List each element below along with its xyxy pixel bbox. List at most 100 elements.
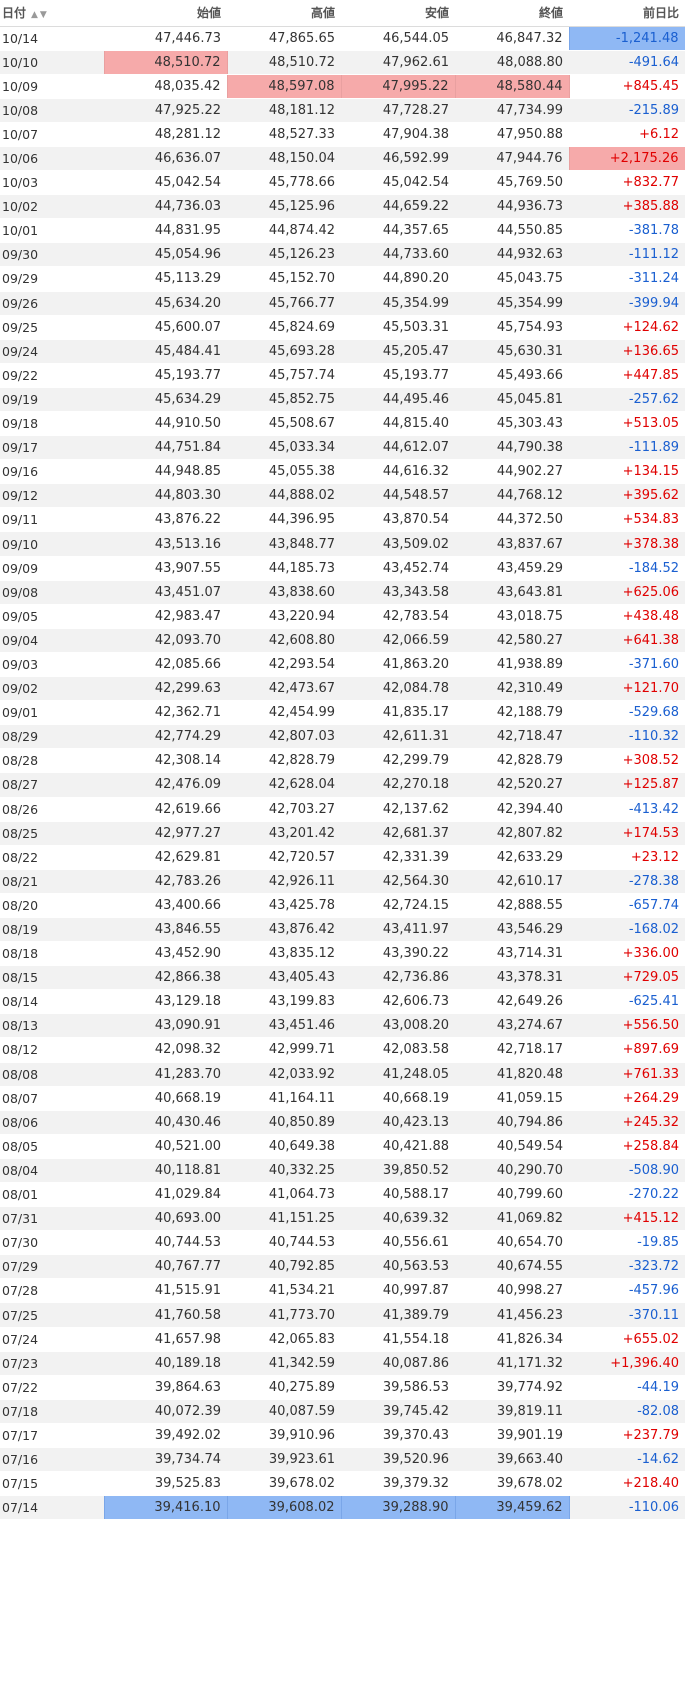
cell-close: 44,372.50: [455, 507, 569, 533]
cell-high: 41,151.25: [227, 1206, 341, 1232]
cell-open: 39,864.63: [104, 1375, 227, 1400]
cell-low: 44,616.32: [341, 459, 455, 485]
cell-change: +308.52: [569, 748, 685, 774]
cell-close: 45,754.93: [455, 315, 569, 340]
column-header-date-label: 日付: [2, 6, 27, 21]
table-row: 10/08 47,925.22 48,181.12 47,728.27 47,734.9…: [0, 98, 685, 123]
cell-low: 44,612.07: [341, 435, 455, 461]
cell-low: 42,137.62: [341, 797, 455, 822]
column-header-open[interactable]: 始値: [104, 0, 227, 27]
cell-open: 41,760.58: [104, 1302, 227, 1328]
cell-high: 41,342.59: [227, 1351, 341, 1376]
cell-open: 48,510.72: [103, 50, 228, 75]
cell-change: +415.12: [569, 1206, 685, 1232]
cell-date: 08/28: [0, 748, 104, 774]
cell-change: -457.96: [569, 1278, 685, 1304]
cell-date: 09/11: [0, 507, 104, 533]
cell-low: 45,193.77: [341, 363, 455, 388]
cell-date: 10/07: [0, 122, 104, 147]
column-header-low[interactable]: 安値: [341, 0, 455, 27]
cell-close: 41,456.23: [455, 1302, 569, 1328]
column-header-change[interactable]: 前日比: [569, 0, 685, 27]
cell-high: 41,534.21: [227, 1278, 341, 1304]
cell-high: 42,608.80: [227, 628, 341, 653]
cell-low: 40,423.13: [341, 1110, 455, 1135]
cell-change: +625.06: [569, 580, 685, 605]
cell-open: 45,484.41: [104, 339, 227, 364]
cell-low: 42,783.54: [341, 604, 455, 629]
cell-close: 39,774.92: [455, 1375, 569, 1400]
cell-low: 43,509.02: [341, 531, 455, 557]
cell-close: 41,069.82: [455, 1206, 569, 1232]
cell-open: 43,907.55: [104, 556, 227, 581]
cell-low: 47,962.61: [341, 50, 455, 75]
cell-change: +174.53: [569, 821, 685, 846]
table-row: 08/12 42,098.32 42,999.71 42,083.58 42,718.1…: [0, 1037, 685, 1063]
cell-close: 45,043.75: [455, 266, 569, 292]
table-row: 10/07 48,281.12 48,527.33 47,904.38 47,950.8…: [0, 122, 685, 147]
cell-close: 43,018.75: [455, 604, 569, 629]
table-row: 08/27 42,476.09 42,628.04 42,270.18 42,520.2…: [0, 772, 685, 798]
cell-close: 45,303.43: [455, 411, 569, 437]
table-row: 08/29 42,774.29 42,807.03 42,611.31 42,718.4…: [0, 724, 685, 750]
cell-change: -323.72: [569, 1254, 685, 1280]
cell-close: 42,718.47: [455, 724, 569, 750]
column-header-high[interactable]: 高値: [227, 0, 341, 27]
cell-date: 08/12: [0, 1037, 104, 1063]
cell-high: 41,164.11: [227, 1086, 341, 1111]
cell-high: 39,923.61: [227, 1447, 341, 1473]
cell-close: 42,828.79: [455, 748, 569, 774]
table-row: 07/28 41,515.91 41,534.21 40,997.87 40,998.2…: [0, 1278, 685, 1304]
cell-change: +385.88: [569, 194, 685, 220]
cell-change: +134.15: [569, 459, 685, 485]
cell-high: 42,628.04: [227, 772, 341, 798]
cell-high: 41,773.70: [227, 1302, 341, 1328]
cell-change: +6.12: [569, 122, 685, 147]
table-row: 09/19 45,634.29 45,852.75 44,495.46 45,045.8…: [0, 387, 685, 413]
cell-open: 43,129.18: [104, 989, 227, 1015]
cell-low: 46,544.05: [341, 26, 455, 51]
cell-low: 41,835.17: [341, 700, 455, 726]
table-row: 10/03 45,042.54 45,778.66 45,042.54 45,769.5…: [0, 170, 685, 196]
cell-high: 45,125.96: [227, 194, 341, 220]
table-row: 09/22 45,193.77 45,757.74 45,193.77 45,493.6…: [0, 363, 685, 388]
cell-close: 42,807.82: [455, 821, 569, 846]
cell-date: 10/02: [0, 194, 104, 220]
cell-change: +258.84: [569, 1134, 685, 1159]
column-header-close[interactable]: 終値: [455, 0, 569, 27]
cell-close: 45,045.81: [455, 387, 569, 413]
cell-change: +218.40: [569, 1471, 685, 1497]
table-row: 09/10 43,513.16 43,848.77 43,509.02 43,837.6…: [0, 531, 685, 557]
cell-change: +395.62: [569, 483, 685, 509]
cell-open: 43,876.22: [104, 507, 227, 533]
cell-low: 41,554.18: [341, 1327, 455, 1352]
cell-open: 46,636.07: [104, 146, 227, 172]
cell-high: 43,835.12: [227, 941, 341, 967]
table-row: 08/07 40,668.19 41,164.11 40,668.19 41,059.1…: [0, 1086, 685, 1111]
cell-close: 40,794.86: [455, 1110, 569, 1135]
table-row: 07/31 40,693.00 41,151.25 40,639.32 41,069.8…: [0, 1206, 685, 1232]
cell-close: 41,820.48: [455, 1062, 569, 1087]
cell-close: 39,678.02: [455, 1471, 569, 1497]
cell-open: 42,619.66: [104, 797, 227, 822]
cell-high: 43,220.94: [227, 604, 341, 629]
cell-date: 08/29: [0, 724, 104, 750]
cell-high: 45,508.67: [227, 411, 341, 437]
cell-low: 45,503.31: [341, 315, 455, 340]
table-row: 08/25 42,977.27 43,201.42 42,681.37 42,807.8…: [0, 821, 685, 846]
cell-close: 40,549.54: [455, 1134, 569, 1159]
cell-close: 48,088.80: [455, 50, 569, 75]
table-row: 10/10 48,510.72 48,510.72 47,962.61 48,088.8…: [0, 50, 685, 75]
cell-open: 42,866.38: [104, 965, 227, 991]
table-row: 07/14 39,416.10 39,608.02 39,288.90 39,459.6…: [0, 1495, 685, 1521]
table-row: 07/16 39,734.74 39,923.61 39,520.96 39,663.4…: [0, 1447, 685, 1473]
column-header-date[interactable]: 日付 ▲▼: [0, 0, 104, 27]
cell-low: 43,008.20: [341, 1013, 455, 1039]
cell-open: 45,600.07: [104, 315, 227, 340]
cell-date: 08/26: [0, 797, 104, 822]
table-row: 07/29 40,767.77 40,792.85 40,563.53 40,674.5…: [0, 1254, 685, 1280]
cell-close: 45,630.31: [455, 339, 569, 364]
cell-close: 39,663.40: [455, 1447, 569, 1473]
cell-close: 39,901.19: [455, 1423, 569, 1449]
sort-arrows-icon[interactable]: ▲▼: [31, 10, 49, 20]
